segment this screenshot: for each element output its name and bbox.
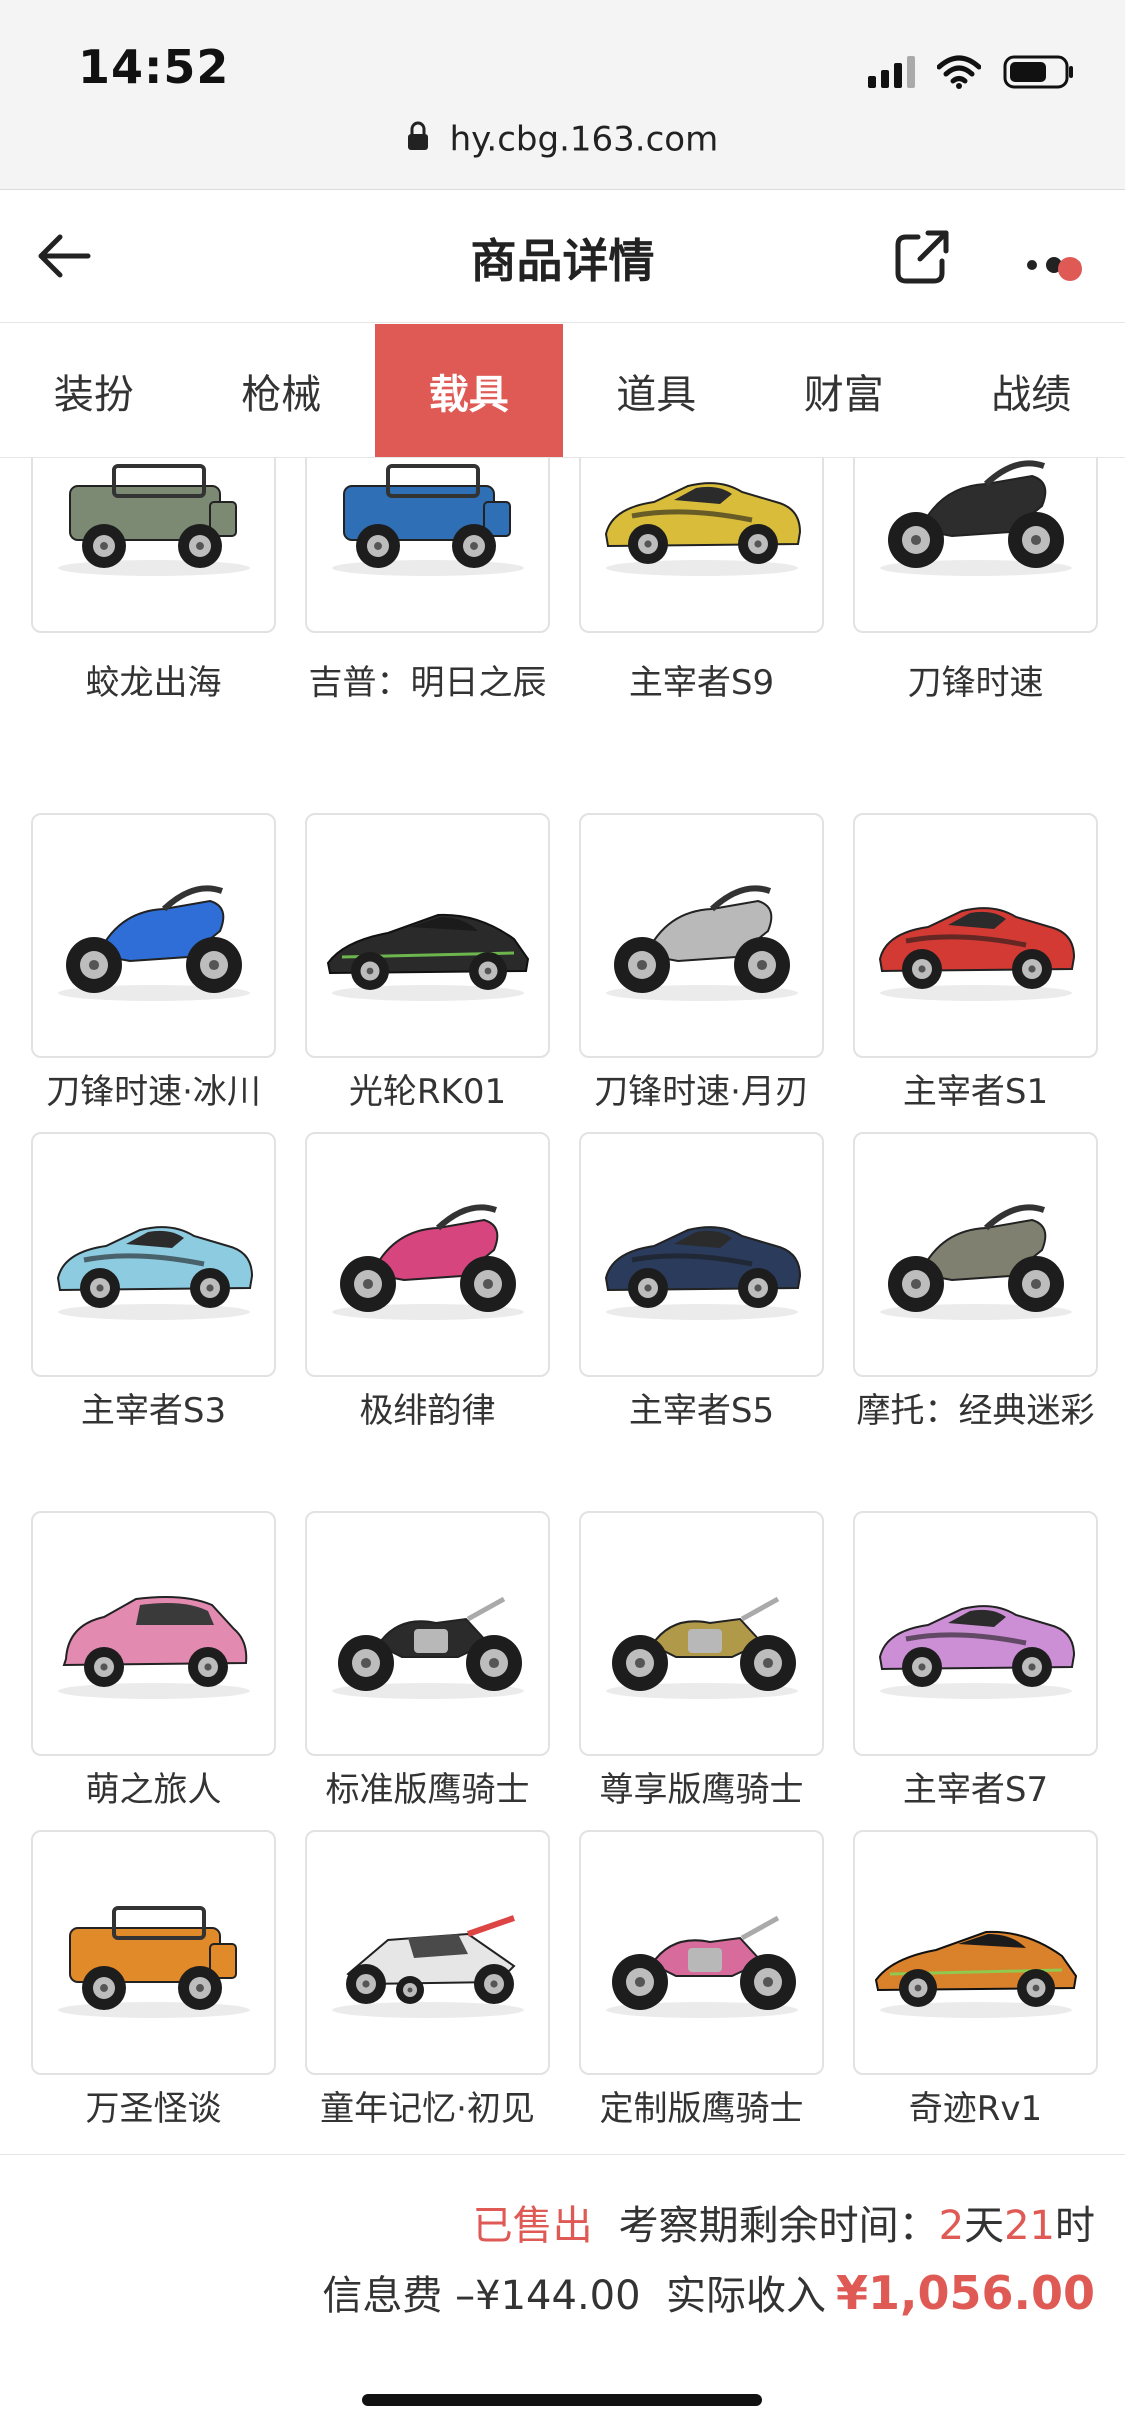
income-label: 实际收入 <box>666 2273 826 2319</box>
orange-supercar-icon <box>874 1930 1077 2018</box>
vehicle-name: 主宰者S1 <box>902 1072 1049 1112</box>
vehicle-thumbnail <box>31 1132 276 1377</box>
vehicle-thumbnail <box>305 813 550 1058</box>
vehicle-thumbnail <box>579 1132 824 1377</box>
vehicle-thumbnail <box>579 1511 824 1756</box>
address-bar[interactable]: hy.cbg.163.com <box>0 118 1125 160</box>
sold-label: 已售出 <box>472 2203 593 2249</box>
blue-motorcycle-icon <box>57 884 250 1001</box>
page-title: 商品详情 <box>470 234 655 288</box>
lock-icon <box>407 120 429 160</box>
page-header: 商品详情 <box>0 191 1125 323</box>
vehicle-name: 摩托：经典迷彩 <box>856 1391 1095 1431</box>
fee-label: 信息费 <box>322 2273 443 2319</box>
green-supercar-icon <box>326 913 529 1001</box>
period-days: 2 <box>938 2203 965 2249</box>
vehicle-name: 标准版鹰骑士 <box>325 1770 530 1810</box>
vehicle-thumbnail <box>305 1132 550 1377</box>
period-hours: 21 <box>1004 2203 1055 2249</box>
tab-outfit[interactable]: 装扮 <box>0 324 188 457</box>
vehicle-thumbnail <box>853 1132 1098 1377</box>
tab-items[interactable]: 道具 <box>563 324 751 457</box>
violet-sports-car-icon <box>878 1604 1075 1699</box>
vehicle-name: 主宰者S3 <box>80 1391 227 1431</box>
tab-vehicles[interactable]: 载具 <box>375 324 563 457</box>
camo-jeep-icon <box>57 463 250 576</box>
black-motorcycle-icon <box>879 459 1072 576</box>
tab-wealth[interactable]: 财富 <box>750 324 938 457</box>
vehicle-thumbnail <box>305 1511 550 1756</box>
vehicle-grid: 蛟龙出海 吉普：明日之辰 主宰者S9 刀锋时速 刀锋时速·冰川 光轮RK01 刀… <box>0 458 1125 2153</box>
vehicle-name: 尊享版鹰骑士 <box>599 1770 804 1810</box>
vehicle-thumbnail <box>579 813 824 1058</box>
vehicle-name: 万圣怪谈 <box>85 2089 222 2129</box>
vehicle-thumbnail <box>305 1830 550 2075</box>
vehicle-name: 主宰者S7 <box>902 1770 1049 1810</box>
black-cruiser-icon <box>331 1596 524 1699</box>
income-value: ¥1,056.00 <box>836 2266 1095 2320</box>
vehicle-thumbnail <box>31 813 276 1058</box>
vehicle-name: 极绯韵律 <box>359 1391 496 1431</box>
vehicle-thumbnail <box>31 1511 276 1756</box>
pink-motorcycle-icon <box>331 1203 524 1320</box>
home-indicator <box>362 2394 762 2406</box>
sale-status-line: 已售出 考察期剩余时间：2天21时 <box>473 2193 1095 2251</box>
vehicle-name: 蛟龙出海 <box>85 663 222 703</box>
vehicle-thumbnail <box>853 813 1098 1058</box>
vehicle-thumbnail <box>31 458 276 633</box>
blue-jeep-icon <box>331 463 524 576</box>
tab-record[interactable]: 战绩 <box>938 324 1125 457</box>
vehicle-thumbnail <box>853 1511 1098 1756</box>
period-label: 考察期剩余时间： <box>618 2203 939 2249</box>
fee-value: –¥144.00 <box>455 2273 640 2319</box>
status-time: 14:52 <box>78 40 230 94</box>
vehicle-name: 奇迹Rv1 <box>908 2089 1043 2129</box>
fee-amount: –¥144.00 <box>455 2273 641 2319</box>
vehicle-name: 定制版鹰骑士 <box>599 2089 804 2129</box>
vehicle-thumbnail <box>579 1830 824 2075</box>
vehicle-name: 主宰者S5 <box>628 1391 775 1431</box>
vehicle-thumbnail <box>305 458 550 633</box>
browser-top-bar: 14:52 hy.cbg.163.com <box>0 0 1125 190</box>
battery-icon <box>1003 54 1075 90</box>
vehicle-name: 刀锋时速·月刃 <box>594 1072 809 1112</box>
period-days-unit: 天 <box>964 2203 1005 2249</box>
lightblue-sports-car-icon <box>56 1225 253 1320</box>
pink-minicar-icon <box>57 1595 250 1699</box>
vehicle-name: 刀锋时速 <box>907 663 1044 703</box>
silver-motorcycle-icon <box>605 884 798 1001</box>
vehicle-name: 光轮RK01 <box>348 1072 507 1112</box>
vehicle-name: 刀锋时速·冰川 <box>46 1072 261 1112</box>
vehicle-name: 童年记忆·初见 <box>320 2089 535 2129</box>
share-icon <box>895 230 949 284</box>
income-line: 信息费 –¥144.00 实际收入 ¥1,056.00 <box>322 2263 1095 2321</box>
orange-pickup-icon <box>57 1905 250 2018</box>
vehicle-thumbnail <box>853 1830 1098 2075</box>
red-sports-car-icon <box>878 906 1075 1001</box>
pink-cruiser-icon <box>605 1915 798 2018</box>
notification-dot <box>1058 257 1082 281</box>
more-button[interactable] <box>1020 231 1100 291</box>
vehicle-thumbnail <box>853 458 1098 633</box>
vehicle-name: 吉普：明日之辰 <box>308 663 547 703</box>
gold-cruiser-icon <box>605 1596 798 1699</box>
vehicle-thumbnail <box>579 458 824 633</box>
share-button[interactable] <box>890 225 954 289</box>
status-icons <box>868 52 1075 92</box>
tab-weapons[interactable]: 枪械 <box>188 324 376 457</box>
camo-motorcycle-icon <box>879 1203 1072 1320</box>
signal-icon <box>868 56 915 88</box>
yellow-sports-car-icon <box>604 481 801 576</box>
category-tabs: 装扮 枪械 载具 道具 财富 战绩 <box>0 324 1125 458</box>
navy-sports-car-icon <box>604 1225 801 1320</box>
vehicle-thumbnail <box>31 1830 276 2075</box>
url-text: hy.cbg.163.com <box>449 119 719 160</box>
period-hours-unit: 时 <box>1055 2203 1095 2249</box>
wifi-icon <box>937 55 981 89</box>
vehicle-name: 主宰者S9 <box>628 663 775 703</box>
kart-icon <box>331 1914 524 2018</box>
vehicle-name: 萌之旅人 <box>85 1770 222 1810</box>
